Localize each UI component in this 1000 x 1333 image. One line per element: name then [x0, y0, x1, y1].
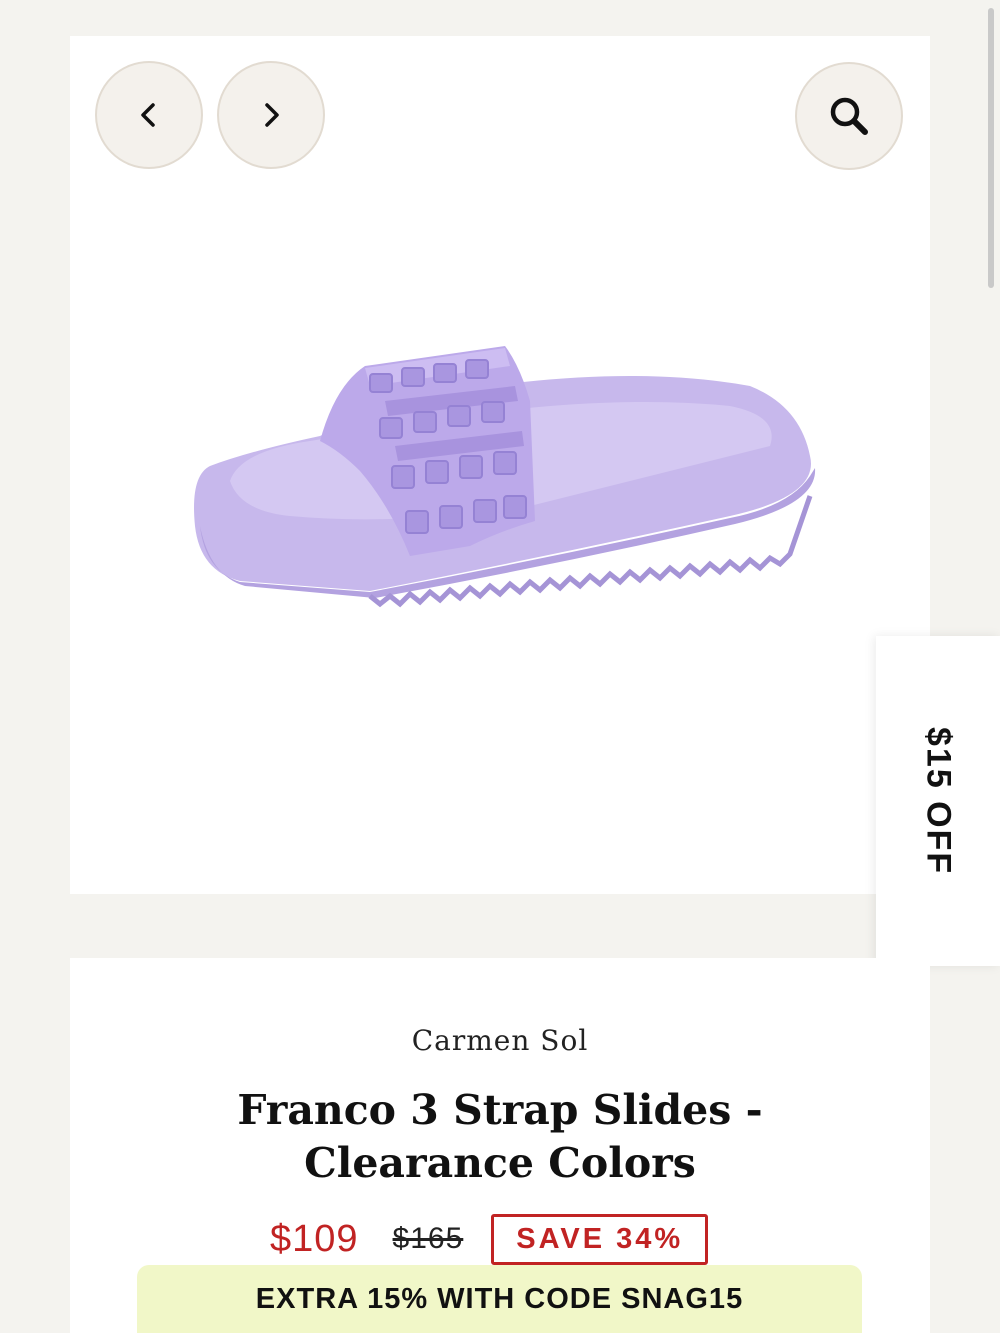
discount-promo-tab[interactable]: $15 OFF: [876, 636, 1000, 966]
original-price: $165: [392, 1222, 464, 1255]
product-title-line2: Clearance Colors: [304, 1139, 696, 1187]
product-title-line1: Franco 3 Strap Slides -: [237, 1086, 763, 1134]
search-icon: [830, 97, 868, 135]
product-image[interactable]: [170, 306, 830, 626]
previous-image-button[interactable]: [95, 61, 203, 169]
product-info: Carmen Sol Franco 3 Strap Slides - Clear…: [70, 958, 930, 1333]
save-badge: SAVE 34%: [491, 1213, 709, 1265]
next-image-button[interactable]: [217, 61, 325, 169]
sale-price: $109: [270, 1217, 359, 1260]
discount-code-banner: EXTRA 15% WITH CODE SNAG15: [137, 1265, 862, 1333]
product-gallery: [70, 36, 930, 894]
promo-tab-label: $15 OFF: [919, 726, 958, 876]
price-row: $109 $165 SAVE 34%: [270, 1213, 730, 1265]
chevron-right-icon: [265, 103, 279, 127]
chevron-left-icon: [141, 103, 155, 127]
brand-name[interactable]: Carmen Sol: [70, 1024, 930, 1057]
product-title: Franco 3 Strap Slides - Clearance Colors: [110, 1084, 890, 1190]
zoom-button[interactable]: [795, 62, 903, 170]
page-scrollbar[interactable]: [988, 8, 994, 288]
